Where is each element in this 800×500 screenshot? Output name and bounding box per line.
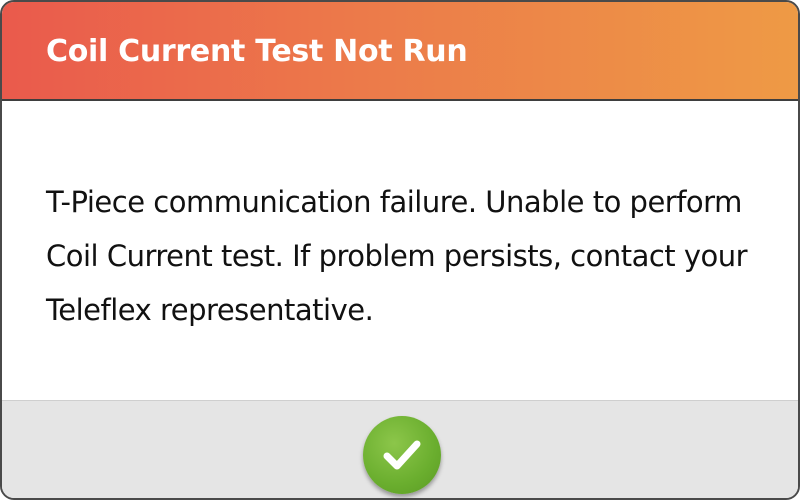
- dialog-header: Coil Current Test Not Run: [2, 2, 798, 101]
- dialog-footer: [2, 400, 798, 498]
- checkmark-icon: [383, 440, 421, 470]
- dialog-title: Coil Current Test Not Run: [46, 34, 468, 69]
- dialog-message: T-Piece communication failure. Unable to…: [46, 185, 748, 327]
- alert-dialog: Coil Current Test Not Run T-Piece commun…: [0, 0, 800, 500]
- confirm-button[interactable]: [363, 416, 441, 494]
- dialog-body: T-Piece communication failure. Unable to…: [2, 101, 798, 400]
